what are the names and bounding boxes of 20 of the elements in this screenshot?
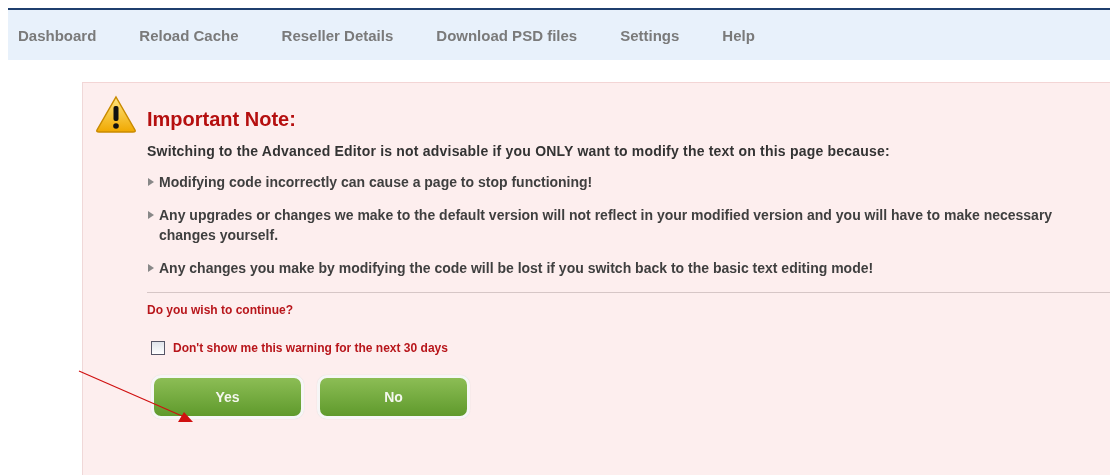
checkbox-label[interactable]: Don't show me this warning for the next 30 days	[173, 341, 448, 355]
nav-link[interactable]: Dashboard	[18, 26, 97, 44]
nav-link[interactable]: Reload Cache	[139, 26, 239, 44]
triangle-bullet-icon	[147, 210, 155, 220]
note-title: Important Note:	[147, 108, 296, 132]
warning-icon	[95, 95, 137, 133]
nav-link[interactable]: Help	[722, 26, 755, 44]
triangle-bullet-icon	[147, 177, 155, 187]
triangle-bullet-icon	[147, 263, 155, 273]
bullet-text: Modifying code incorrectly can cause a page to stop functioning!	[159, 173, 593, 192]
intro-text: Switching to the Advanced Editor is not advisable if you ONLY want to modify the text on this page because:	[147, 143, 891, 159]
nav-link[interactable]: Download PSD files	[436, 26, 578, 44]
checkbox[interactable]	[151, 341, 165, 355]
bullet-text: Any changes you make by modifying the code will be lost if you switch back to the basic text editing mode!	[159, 259, 874, 278]
nav-link[interactable]: Reseller Details	[281, 26, 394, 44]
question-text: Do you wish to continue?	[147, 303, 294, 317]
bullet-text: Any upgrades or changes we make to the default version will not reflect in your modified version and you will have to make necessary changes yourself.	[159, 206, 1054, 245]
answer-button[interactable]: Yes	[151, 375, 304, 419]
answer-button[interactable]: No	[317, 375, 470, 419]
nav-link[interactable]: Settings	[620, 26, 680, 44]
